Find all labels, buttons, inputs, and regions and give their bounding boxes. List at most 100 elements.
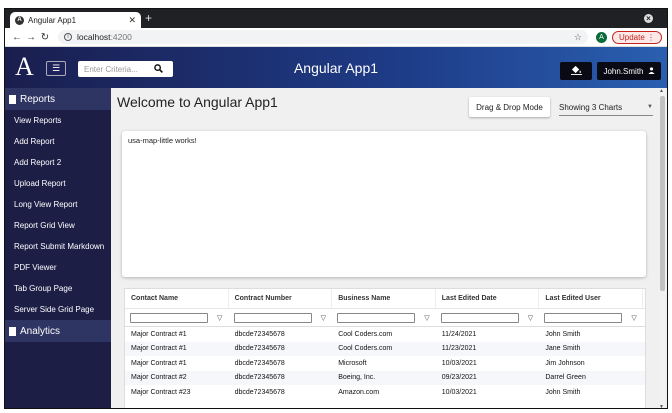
new-tab-icon[interactable]: + [145, 12, 152, 25]
url-text: localhost:4200 [77, 32, 574, 42]
dropdown-arrow-icon: ▼ [647, 104, 653, 110]
filter-input[interactable] [337, 312, 416, 323]
table-cell: dbcde72345678 [234, 345, 285, 353]
table-row[interactable]: Major Contract #1 dbcde72345678 Cool Cod… [125, 327, 645, 342]
table-row[interactable]: Major Contract #1 dbcde72345678 Microsof… [125, 356, 645, 371]
table-cell: dbcde72345678 [234, 374, 285, 382]
profile-avatar[interactable]: A [596, 31, 607, 43]
document-icon [9, 94, 16, 104]
table-cell: Major Contract #1 [131, 345, 187, 353]
sidebar-item-view-reports[interactable]: View Reports [5, 110, 111, 131]
table-cell: Major Contract #1 [131, 330, 187, 338]
table-cell: John Smith [545, 388, 581, 396]
charts-select[interactable]: Showing 3 Charts ▼ [559, 99, 653, 116]
document-icon [9, 326, 16, 336]
sidebar-section-reports[interactable]: Reports [5, 88, 111, 110]
filter-icon[interactable]: ▽ [424, 314, 429, 322]
filter-cell: ▽ [539, 312, 643, 323]
sidebar-item-tab-group-page[interactable]: Tab Group Page [5, 278, 111, 299]
table-cell: Microsoft [338, 359, 367, 367]
table-cell: dbcde72345678 [234, 359, 285, 367]
tab-strip: A Angular App1 ✕ + [5, 9, 667, 28]
update-button[interactable]: Update ⋮ [612, 30, 663, 44]
sidebar-item-server-side-grid-page[interactable]: Server Side Grid Page [5, 299, 111, 320]
filter-input[interactable] [440, 312, 519, 323]
table-row[interactable]: Major Contract #23 dbcde72345678 Amazon.… [125, 385, 645, 400]
filter-cell: ▽ [332, 312, 436, 323]
sidebar-item-upload-report[interactable]: Upload Report [5, 173, 111, 194]
hamburger-icon[interactable]: ☰ [46, 61, 66, 76]
filter-input[interactable] [130, 312, 208, 323]
table-cell: Major Contract #1 [131, 359, 187, 367]
scroll-up-icon[interactable]: ▲ [659, 88, 664, 94]
url-port: :4200 [110, 32, 132, 42]
grid-filter-row: ▽ ▽ ▽ ▽ ▽ [125, 309, 645, 327]
app-logo: A [15, 52, 34, 81]
sidebar-section-analytics[interactable]: Analytics [5, 320, 111, 342]
sidebar-section-label: Reports [20, 93, 56, 105]
browser-window: A Angular App1 ✕ + ← → ↻ i localhost:420… [4, 8, 668, 409]
browser-tab[interactable]: A Angular App1 ✕ [10, 12, 141, 28]
table-cell: Jim Johnson [545, 359, 585, 367]
favicon-icon: A [15, 15, 24, 25]
sidebar-item-report-submit-markdown[interactable]: Report Submit Markdown [5, 236, 111, 257]
url-field[interactable]: i localhost:4200 ☆ [58, 30, 588, 44]
filter-cell: ▽ [229, 312, 333, 323]
sidebar-item-long-view-report[interactable]: Long View Report [5, 194, 111, 215]
back-icon[interactable]: ← [10, 32, 24, 43]
table-cell: Jane Smith [545, 345, 581, 353]
window-close-icon[interactable] [644, 14, 653, 23]
column-header[interactable]: Business Name [332, 289, 436, 308]
table-cell: 11/24/2021 [441, 330, 477, 338]
update-label: Update [619, 32, 645, 42]
close-tab-icon[interactable]: ✕ [128, 15, 136, 26]
grid-header-row: Contact Name Contract Number Business Na… [125, 289, 645, 309]
sidebar-section-label: Analytics [20, 325, 61, 337]
page-scrollbar[interactable]: ▲ ▼ [658, 88, 667, 408]
reload-icon[interactable]: ↻ [38, 32, 52, 43]
table-row[interactable]: Major Contract #2 dbcde72345678 Boeing, … [125, 370, 645, 385]
column-header[interactable]: Contract Number [229, 289, 333, 308]
app-header: A ☰ Angular App1 John.Smith [5, 47, 667, 88]
table-cell: Major Contract #23 [131, 388, 191, 396]
search-box [78, 61, 173, 77]
table-row[interactable]: Major Contract #1 dbcde72345678 Cool Cod… [125, 341, 645, 356]
page-title: Welcome to Angular App1 [117, 94, 278, 110]
forward-icon[interactable]: → [24, 32, 38, 43]
filter-icon[interactable]: ▽ [631, 314, 636, 322]
sidebar-item-add-report[interactable]: Add Report [5, 131, 111, 152]
drag-drop-mode-button[interactable]: Drag & Drop Mode [469, 97, 550, 117]
filter-icon[interactable]: ▽ [528, 314, 533, 322]
table-cell: dbcde72345678 [234, 330, 285, 338]
filter-icon[interactable]: ▽ [217, 314, 222, 322]
filter-input[interactable] [233, 312, 312, 323]
table-cell: Cool Coders.com [338, 330, 393, 338]
search-input[interactable] [84, 64, 154, 74]
sidebar-item-report-grid-view[interactable]: Report Grid View [5, 215, 111, 236]
column-header[interactable]: Last Edited User [539, 289, 643, 308]
column-header[interactable]: Last Edited Date [436, 289, 540, 308]
table-cell: 10/03/2021 [441, 359, 477, 367]
user-icon [647, 66, 655, 76]
bookmark-star-icon[interactable]: ☆ [574, 32, 582, 43]
filter-input[interactable] [544, 312, 623, 323]
sidebar-item-add-report-2[interactable]: Add Report 2 [5, 152, 111, 173]
filter-icon[interactable]: ▽ [321, 314, 326, 322]
charts-select-value: Showing 3 Charts [559, 102, 623, 112]
column-header[interactable]: Contact Name [125, 289, 229, 308]
filter-cell: ▽ [436, 312, 540, 323]
sidebar: Reports View Reports Add Report Add Repo… [5, 88, 111, 408]
scroll-down-icon[interactable]: ▼ [659, 404, 664, 408]
user-menu-button[interactable]: John.Smith [597, 62, 661, 80]
table-cell: 10/03/2021 [441, 388, 477, 396]
sidebar-item-pdf-viewer[interactable]: PDF Viewer [5, 257, 111, 278]
table-cell: 11/23/2021 [441, 345, 477, 353]
table-cell: Cool Coders.com [338, 345, 393, 353]
table-cell: Amazon.com [338, 388, 380, 396]
table-cell: Major Contract #2 [131, 374, 187, 382]
table-cell: John Smith [545, 330, 581, 338]
theme-button[interactable] [560, 62, 592, 80]
search-icon[interactable] [154, 63, 163, 75]
site-info-icon[interactable]: i [64, 33, 72, 41]
scrollbar-thumb[interactable] [660, 96, 665, 291]
